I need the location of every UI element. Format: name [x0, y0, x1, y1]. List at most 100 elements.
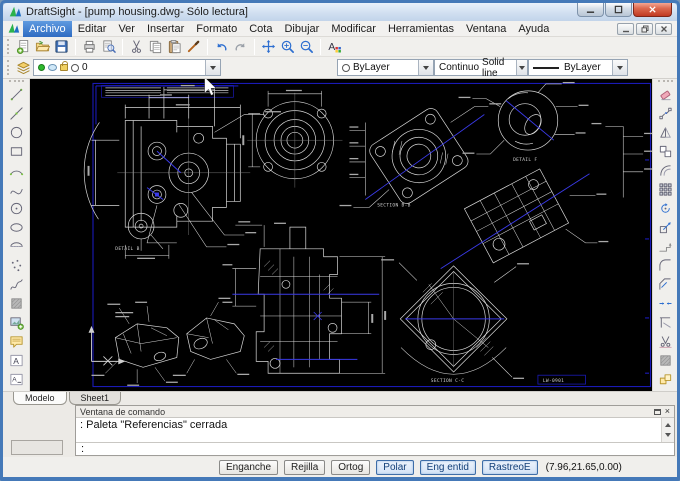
title-bar[interactable]: DraftSight - [pump housing.dwg- Sólo lec… — [3, 3, 677, 21]
command-input[interactable]: : — [76, 442, 674, 455]
status-eng-entid-button[interactable]: Eng entid — [420, 460, 476, 475]
linestyle-dropdown-arrow[interactable] — [516, 60, 528, 75]
copy-entity-button[interactable] — [654, 142, 676, 161]
status-rejilla-button[interactable]: Rejilla — [284, 460, 325, 475]
text-format-button[interactable]: A — [325, 38, 344, 56]
open-button[interactable] — [33, 38, 52, 56]
minimize-button[interactable] — [577, 3, 604, 17]
erase-button[interactable] — [654, 85, 676, 104]
scale-button[interactable] — [654, 218, 676, 237]
spline-button[interactable] — [5, 180, 27, 199]
freehand-button[interactable] — [5, 275, 27, 294]
linestyle-dropdown[interactable]: Continuo Solid line — [434, 59, 528, 76]
paste-button[interactable] — [165, 38, 184, 56]
menu-modificar[interactable]: Modificar — [325, 21, 382, 37]
pattern-button[interactable] — [654, 180, 676, 199]
maximize-button[interactable] — [605, 3, 632, 17]
print-preview-button[interactable] — [99, 38, 118, 56]
zoom-in-button[interactable] — [278, 38, 297, 56]
image-button[interactable] — [5, 313, 27, 332]
tab-sheet1[interactable]: Sheet1 — [69, 392, 122, 405]
status-enganche-button[interactable]: Enganche — [219, 460, 278, 475]
close-button[interactable] — [633, 3, 672, 17]
menu-dibujar[interactable]: Dibujar — [278, 21, 325, 37]
menu-insertar[interactable]: Insertar — [141, 21, 190, 37]
explode-button[interactable] — [654, 370, 676, 389]
menu-herramientas[interactable]: Herramientas — [382, 21, 460, 37]
undo-button[interactable] — [212, 38, 231, 56]
chamfer-button[interactable] — [654, 275, 676, 294]
stretch-button[interactable] — [654, 237, 676, 256]
redo-button[interactable] — [231, 38, 250, 56]
zoom-out-button[interactable] — [297, 38, 316, 56]
mdi-minimize-button[interactable] — [617, 23, 634, 35]
scroll-up-icon[interactable] — [665, 420, 671, 427]
menu-cota[interactable]: Cota — [243, 21, 278, 37]
pan-button[interactable] — [259, 38, 278, 56]
float-window-icon[interactable] — [654, 409, 661, 415]
circle-center-button[interactable] — [5, 199, 27, 218]
drawing-canvas[interactable]: LW-0901 DETAIL B SECTION B-B DETAIL F SE… — [30, 79, 652, 391]
menu-archivo[interactable]: Archivo — [23, 21, 72, 37]
command-close-icon[interactable]: × — [665, 407, 670, 416]
mdi-restore-button[interactable] — [636, 23, 653, 35]
lineweight-dropdown[interactable]: ByLayer — [528, 59, 628, 76]
mdi-close-button[interactable] — [655, 23, 672, 35]
draw-toolbar-grip[interactable] — [9, 80, 24, 83]
menu-ver[interactable]: Ver — [112, 21, 141, 37]
toolbar-grip[interactable] — [7, 39, 10, 54]
status-polar-button[interactable]: Polar — [376, 460, 413, 475]
ellipse-arc-button[interactable] — [5, 237, 27, 256]
scroll-down-icon[interactable] — [665, 433, 671, 440]
format-painter-button[interactable] — [184, 38, 203, 56]
text-button[interactable]: A — [5, 370, 27, 389]
split-button[interactable] — [654, 294, 676, 313]
arc-button[interactable] — [5, 161, 27, 180]
print-button[interactable] — [80, 38, 99, 56]
layer-toolbar-grip[interactable] — [7, 60, 10, 75]
offset-button[interactable] — [654, 161, 676, 180]
cut-button[interactable] — [127, 38, 146, 56]
copy-button[interactable] — [146, 38, 165, 56]
point-button[interactable] — [5, 256, 27, 275]
command-history[interactable]: : Paleta "Referencias" cerrada — [76, 418, 674, 442]
mirror-button[interactable] — [654, 123, 676, 142]
command-window-titlebar[interactable]: Ventana de comando × — [76, 406, 674, 418]
layer-dropdown-arrow[interactable] — [205, 60, 220, 75]
new-button[interactable] — [14, 38, 33, 56]
area-hatch-button[interactable] — [654, 351, 676, 370]
move-button[interactable] — [654, 104, 676, 123]
trim-button[interactable] — [654, 313, 676, 332]
command-scrollbar[interactable] — [661, 418, 674, 442]
menu-ventana[interactable]: Ventana — [460, 21, 512, 37]
note-button[interactable] — [5, 332, 27, 351]
linecolor-dropdown[interactable]: ByLayer — [337, 59, 434, 76]
text-icon: A — [9, 372, 24, 387]
ucs-icon — [89, 326, 126, 365]
rotate-button[interactable] — [654, 199, 676, 218]
layer-dropdown[interactable]: 0 — [33, 59, 221, 76]
modify-toolbar-grip[interactable] — [658, 80, 673, 83]
line-button[interactable] — [5, 85, 27, 104]
simple-text-button[interactable]: A — [5, 351, 27, 370]
lineweight-dropdown-arrow[interactable] — [612, 60, 627, 75]
menu-formato[interactable]: Formato — [190, 21, 243, 37]
fillet-button[interactable] — [654, 256, 676, 275]
tab-modelo[interactable]: Modelo — [13, 392, 67, 405]
linestyle-preview: Solid line — [482, 57, 512, 79]
infinite-line-button[interactable] — [5, 104, 27, 123]
power-trim-button[interactable] — [654, 332, 676, 351]
status-ortog-button[interactable]: Ortog — [331, 460, 370, 475]
ellipse-button[interactable] — [5, 218, 27, 237]
menu-ayuda[interactable]: Ayuda — [512, 21, 555, 37]
rectangle-button[interactable] — [5, 142, 27, 161]
circle-button[interactable] — [5, 123, 27, 142]
status-rastreoe-button[interactable]: RastreoE — [482, 460, 538, 475]
standard-toolbar-items: A — [14, 38, 344, 56]
dock-handle[interactable] — [11, 440, 63, 455]
hatch-button[interactable] — [5, 294, 27, 313]
menu-editar[interactable]: Editar — [72, 21, 113, 37]
layer-manager-button[interactable] — [14, 59, 33, 77]
save-button[interactable] — [52, 38, 71, 56]
linecolor-dropdown-arrow[interactable] — [418, 60, 433, 75]
